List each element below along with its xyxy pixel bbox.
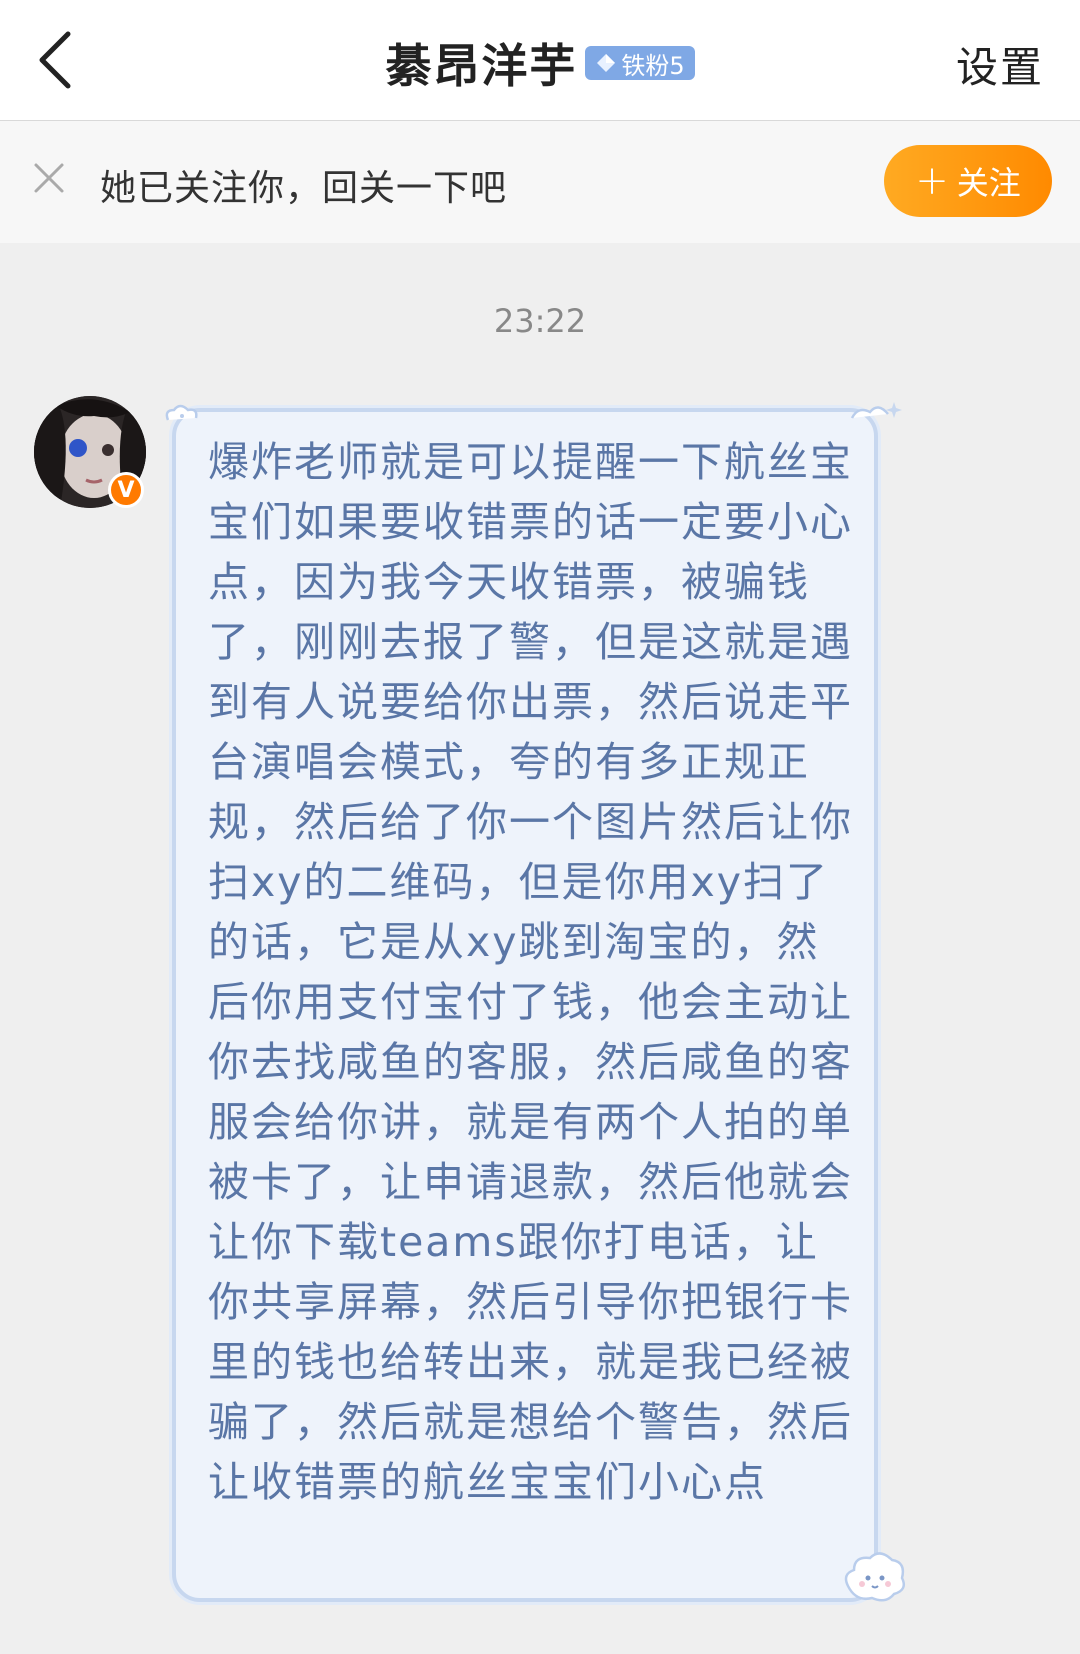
- fan-level-badge: 铁粉5: [585, 46, 695, 80]
- conversation-title: 綦昂洋芋: [385, 39, 578, 93]
- follow-button-label: 关注: [956, 164, 1021, 202]
- follow-button[interactable]: + 关注: [884, 145, 1052, 217]
- follow-back-banner: 她已关注你，回关一下吧 + 关注: [0, 121, 1080, 243]
- message-text: 爆炸老师就是可以提醒一下航丝宝宝们如果要收错票的话一定要小心点，因为我今天收错票…: [208, 438, 853, 1506]
- follow-back-prompt: 她已关注你，回关一下吧: [100, 168, 508, 209]
- close-icon: [34, 163, 64, 193]
- dismiss-button[interactable]: [32, 161, 66, 195]
- message-timestamp: 23:22: [493, 302, 587, 340]
- bubble-corner-decoration-icon: [165, 404, 198, 421]
- diamond-icon: [597, 54, 616, 72]
- top-nav-bar: 綦昂洋芋 铁粉5 设置: [0, 0, 1080, 121]
- settings-button[interactable]: 设置: [956, 34, 1044, 95]
- verified-badge: V: [108, 472, 144, 508]
- title-group: 綦昂洋芋 铁粉5: [0, 30, 1080, 96]
- plus-icon: +: [915, 158, 949, 204]
- cloud-mascot-icon: [844, 1552, 905, 1602]
- badge-label: 铁粉5: [621, 51, 685, 80]
